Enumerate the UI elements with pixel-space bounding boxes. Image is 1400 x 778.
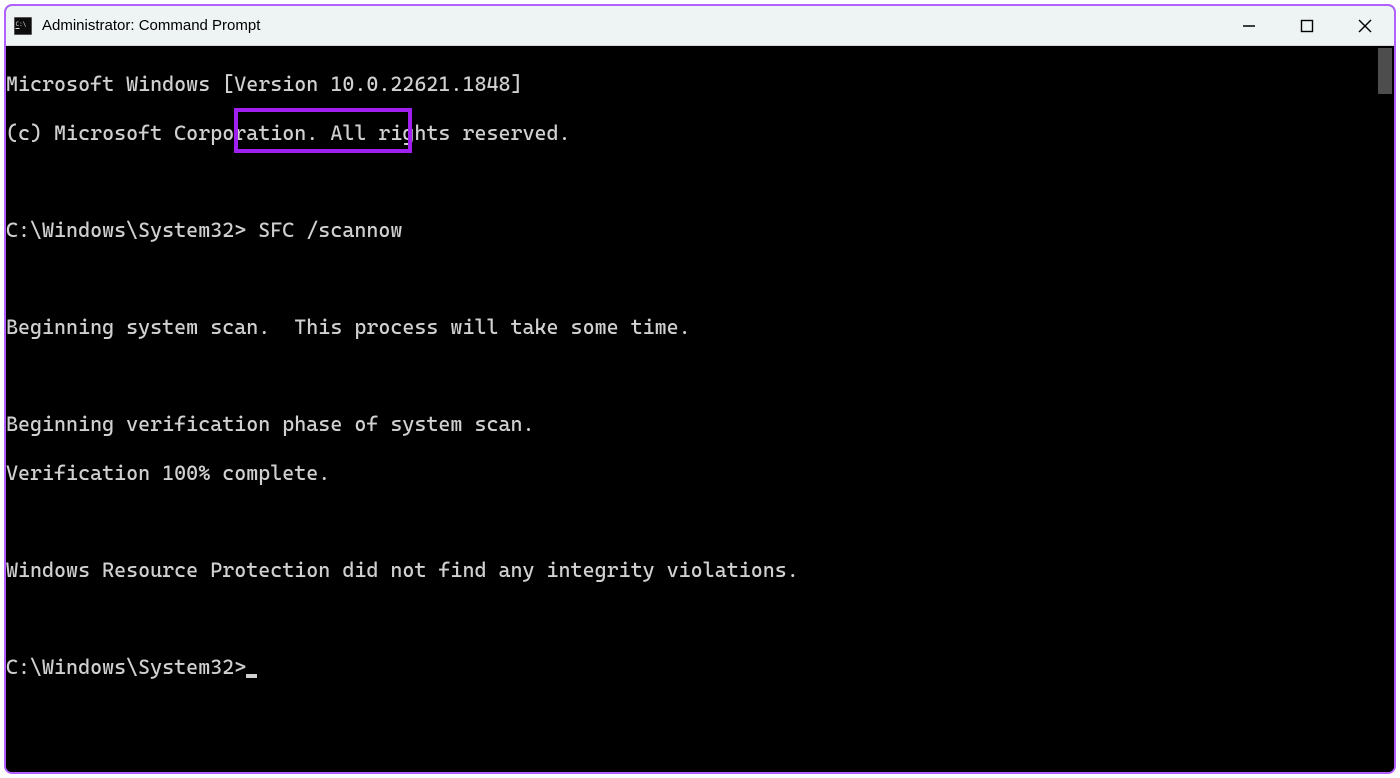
terminal-area[interactable]: Microsoft Windows [Version 10.0.22621.18… <box>6 46 1394 772</box>
terminal-blank-line <box>6 169 1376 193</box>
terminal-content: Microsoft Windows [Version 10.0.22621.18… <box>6 46 1376 772</box>
maximize-icon <box>1300 19 1314 33</box>
minimize-button[interactable] <box>1220 6 1278 45</box>
terminal-line: C:\Windows\System32> <box>6 655 1376 679</box>
titlebar[interactable]: C:\ Administrator: Command Prompt <box>6 6 1394 46</box>
terminal-cursor <box>246 674 257 678</box>
close-button[interactable] <box>1336 6 1394 45</box>
prompt-path: C:\Windows\System32> <box>6 655 246 679</box>
terminal-line: Beginning verification phase of system s… <box>6 412 1376 436</box>
maximize-button[interactable] <box>1278 6 1336 45</box>
cmd-icon: C:\ <box>14 17 32 35</box>
terminal-line: Verification 100% complete. <box>6 461 1376 485</box>
svg-text:C:\: C:\ <box>16 21 27 28</box>
terminal-line: Microsoft Windows [Version 10.0.22621.18… <box>6 72 1376 96</box>
terminal-line: (c) Microsoft Corporation. All rights re… <box>6 121 1376 145</box>
vertical-scrollbar-track[interactable] <box>1376 46 1394 772</box>
entered-command: SFC /scannow <box>258 218 402 242</box>
terminal-blank-line <box>6 267 1376 291</box>
terminal-line: Beginning system scan. This process will… <box>6 315 1376 339</box>
terminal-blank-line <box>6 510 1376 534</box>
window-buttons <box>1220 6 1394 45</box>
terminal-blank-line <box>6 607 1376 631</box>
terminal-blank-line <box>6 364 1376 388</box>
window-title: Administrator: Command Prompt <box>42 17 1220 34</box>
command-prompt-window: C:\ Administrator: Command Prompt <box>4 4 1396 774</box>
prompt-path: C:\Windows\System32> <box>6 218 246 242</box>
close-icon <box>1358 19 1372 33</box>
terminal-line: Windows Resource Protection did not find… <box>6 558 1376 582</box>
terminal-line: C:\Windows\System32> SFC /scannow <box>6 218 1376 242</box>
minimize-icon <box>1242 19 1256 33</box>
vertical-scrollbar-thumb[interactable] <box>1378 48 1392 94</box>
